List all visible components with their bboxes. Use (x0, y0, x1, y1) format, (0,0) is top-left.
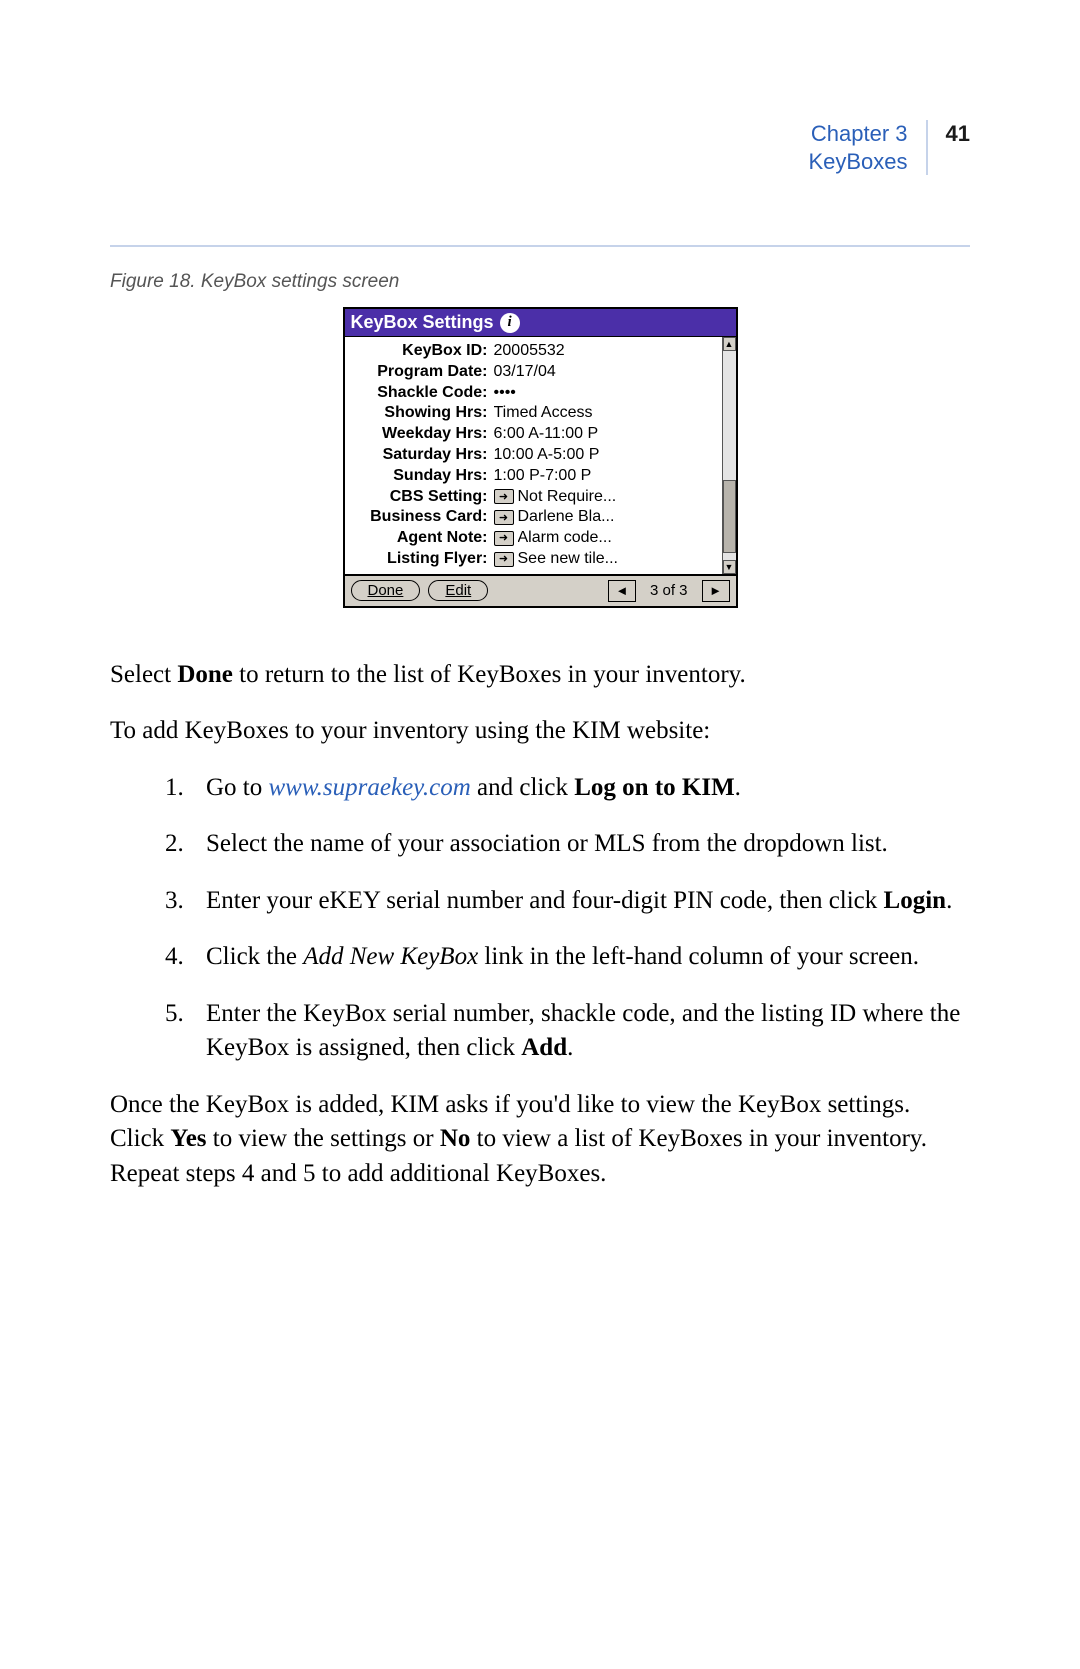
settings-row: Agent Note:➜ Alarm code... (345, 528, 720, 549)
row-label: Business Card: (349, 507, 494, 528)
detail-arrow-icon[interactable]: ➜ (494, 510, 514, 525)
row-label: Listing Flyer: (349, 549, 494, 570)
figure-caption: Figure 18. KeyBox settings screen (110, 271, 970, 293)
row-label: Weekday Hrs: (349, 424, 494, 445)
list-item: Click the Add New KeyBox link in the lef… (190, 940, 970, 975)
edit-button[interactable]: Edit (428, 580, 488, 601)
row-label: Agent Note: (349, 528, 494, 549)
scroll-down-icon[interactable]: ▼ (723, 560, 736, 574)
row-label: CBS Setting: (349, 487, 494, 508)
instruction-list: Go to www.supraekey.com and click Log on… (190, 771, 970, 1066)
settings-row: Business Card:➜ Darlene Bla... (345, 507, 720, 528)
row-label: Sunday Hrs: (349, 466, 494, 487)
scrollbar[interactable]: ▲ ▼ (722, 337, 736, 574)
scroll-up-icon[interactable]: ▲ (723, 337, 736, 351)
row-value: Timed Access (494, 403, 593, 424)
settings-row: KeyBox ID:20005532 (345, 341, 720, 362)
settings-row: Listing Flyer:➜ See new tile... (345, 549, 720, 570)
list-item: Enter your eKEY serial number and four-d… (190, 884, 970, 919)
row-label: Showing Hrs: (349, 403, 494, 424)
screen-titlebar: KeyBox Settings i (345, 309, 736, 337)
supraekey-link[interactable]: www.supraekey.com (269, 774, 471, 801)
row-value: 6:00 A-11:00 P (494, 424, 599, 445)
row-value: See new tile... (518, 549, 619, 570)
paragraph-3: Once the KeyBox is added, KIM asks if yo… (110, 1088, 970, 1192)
scroll-thumb[interactable] (723, 480, 736, 553)
settings-row: Sunday Hrs:1:00 P-7:00 P (345, 466, 720, 487)
row-value: 10:00 A-5:00 P (494, 445, 600, 466)
row-label: Saturday Hrs: (349, 445, 494, 466)
detail-arrow-icon[interactable]: ➜ (494, 531, 514, 546)
list-item: Select the name of your association or M… (190, 827, 970, 862)
row-label: Program Date: (349, 362, 494, 383)
record-count: 3 of 3 (644, 582, 694, 599)
page-number: 41 (946, 120, 970, 147)
section-label: KeyBoxes (808, 148, 907, 176)
row-value: Darlene Bla... (518, 507, 615, 528)
row-value: •••• (494, 383, 516, 404)
row-label: Shackle Code: (349, 383, 494, 404)
settings-row: Shackle Code:•••• (345, 383, 720, 404)
detail-arrow-icon[interactable]: ➜ (494, 489, 514, 504)
settings-row: Saturday Hrs:10:00 A-5:00 P (345, 445, 720, 466)
header-rule (110, 245, 970, 247)
row-value: 20005532 (494, 341, 565, 362)
settings-row: Program Date:03/17/04 (345, 362, 720, 383)
settings-row: CBS Setting:➜ Not Require... (345, 487, 720, 508)
detail-arrow-icon[interactable]: ➜ (494, 552, 514, 567)
page-header: Chapter 3 KeyBoxes 41 (110, 120, 970, 175)
info-icon[interactable]: i (500, 313, 520, 333)
row-value: Alarm code... (518, 528, 612, 549)
row-value: Not Require... (518, 487, 617, 508)
row-value: 03/17/04 (494, 362, 556, 383)
row-value: 1:00 P-7:00 P (494, 466, 592, 487)
keybox-settings-screen: KeyBox Settings i KeyBox ID:20005532Prog… (343, 307, 738, 608)
done-button[interactable]: Done (351, 580, 421, 601)
row-label: KeyBox ID: (349, 341, 494, 362)
paragraph-1: Select Done to return to the list of Key… (110, 658, 970, 693)
settings-row: Weekday Hrs:6:00 A-11:00 P (345, 424, 720, 445)
settings-row: Showing Hrs:Timed Access (345, 403, 720, 424)
prev-arrow-icon[interactable]: ◄ (608, 580, 636, 602)
paragraph-2: To add KeyBoxes to your inventory using … (110, 714, 970, 749)
list-item: Enter the KeyBox serial number, shackle … (190, 997, 970, 1066)
next-arrow-icon[interactable]: ► (702, 580, 730, 602)
list-item: Go to www.supraekey.com and click Log on… (190, 771, 970, 806)
chapter-label: Chapter 3 (808, 120, 907, 148)
screen-title: KeyBox Settings (351, 312, 494, 333)
